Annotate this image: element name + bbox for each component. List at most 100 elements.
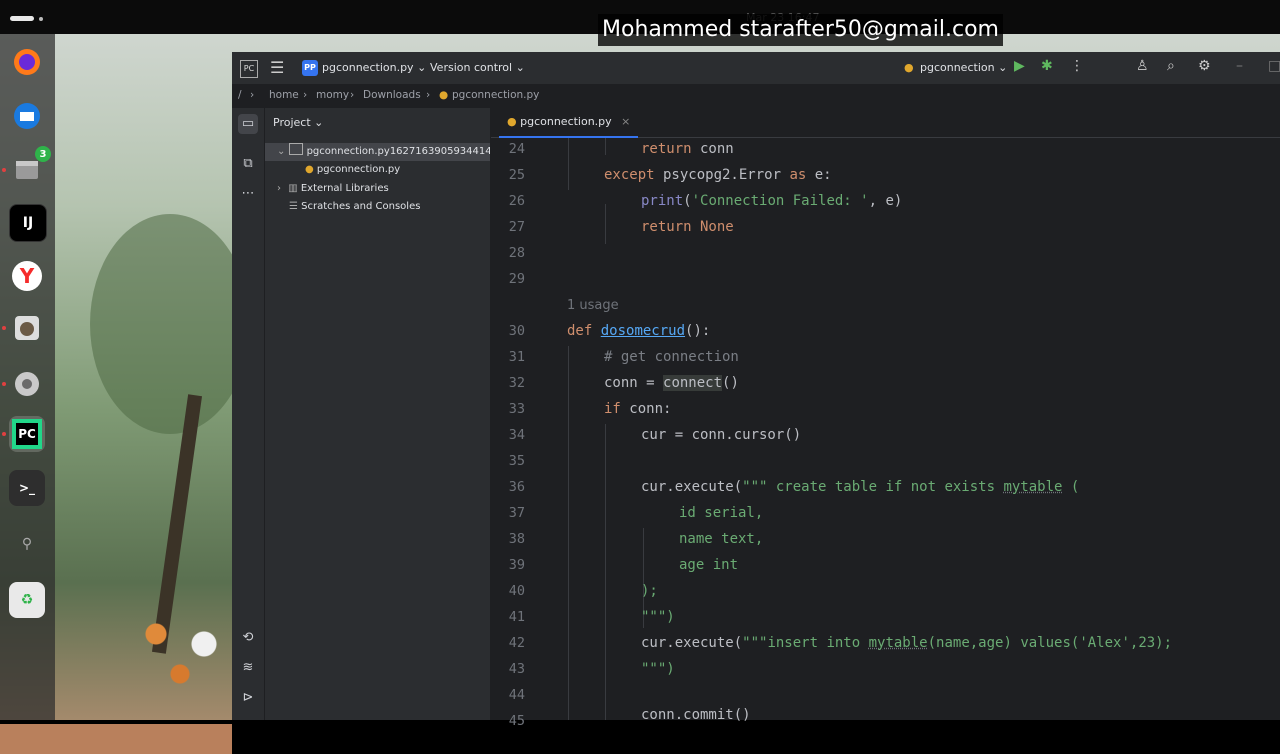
code-line-38[interactable]: name text, — [679, 531, 763, 547]
main-menu-icon[interactable]: ☰ — [270, 58, 284, 77]
intellij-icon[interactable]: IJ — [9, 204, 47, 242]
code-line-30[interactable]: def dosomecrud(): — [567, 323, 710, 339]
breadcrumb-momy[interactable]: momy — [316, 89, 349, 101]
tree-item-file[interactable]: ● pgconnection.py — [265, 161, 490, 179]
string-literal: """) — [641, 609, 675, 625]
pycharm-logo-icon: PC — [240, 60, 258, 78]
chevron-right-icon: › — [250, 89, 255, 101]
line-number: 34 — [508, 427, 525, 443]
line-number: 29 — [508, 271, 525, 287]
tree-item-label: External Libraries — [300, 183, 389, 194]
left-tool-strip: ▭ ⧉ ⋯ ⟲ ≋ ⊳ — [232, 108, 265, 720]
expand-arrow-icon: ⌄ — [277, 146, 286, 157]
gimp-icon[interactable] — [9, 310, 45, 346]
project-tool-icon[interactable]: ▭ — [238, 114, 258, 134]
project-selector[interactable]: pgconnection.py ⌄ — [322, 61, 426, 74]
string-literal: ( — [1062, 479, 1080, 495]
code-text: (): — [685, 323, 711, 339]
line-number: 30 — [508, 323, 525, 339]
breadcrumb-file[interactable]: pgconnection.py — [452, 89, 539, 101]
services-icon[interactable]: ⊳ — [238, 688, 258, 708]
code-line-31[interactable]: # get connection — [604, 349, 739, 365]
add-user-icon[interactable]: ♙ — [1136, 58, 1149, 74]
code-line-33[interactable]: if conn: — [604, 401, 671, 417]
settings-icon[interactable] — [9, 366, 45, 402]
line-number: 28 — [508, 245, 525, 261]
line-number: 43 — [508, 661, 525, 677]
code-line-27[interactable]: return None — [641, 219, 734, 235]
python-icon: ● — [904, 61, 914, 74]
version-control-selector[interactable]: Version control ⌄ — [430, 61, 525, 74]
files-badge: 3 — [35, 146, 51, 162]
yandex-browser-icon[interactable]: Y — [9, 258, 45, 294]
code-line-37[interactable]: id serial, — [679, 505, 763, 521]
code-line-41[interactable]: """) — [641, 609, 675, 625]
indent-guide — [568, 346, 569, 720]
code-line-25[interactable]: except psycopg2.Error as e: — [604, 167, 832, 183]
running-indicator — [2, 382, 6, 386]
trash-icon[interactable]: ♻ — [9, 582, 45, 618]
project-badge-icon: PP — [302, 60, 318, 76]
pycharm-icon[interactable]: PC — [9, 416, 45, 452]
tree-item-scratches[interactable]: ☰ Scratches and Consoles — [265, 198, 490, 216]
python-packages-icon[interactable]: ⟲ — [238, 628, 258, 648]
more-actions-icon[interactable]: ⋮ — [1070, 58, 1084, 74]
code-text: e: — [806, 167, 832, 183]
code-editor[interactable]: 24 25 26 27 28 29 30 31 32 33 34 35 36 3… — [491, 138, 1280, 729]
project-panel-title: Project — [273, 116, 311, 129]
tree-item-label: Scratches and Consoles — [301, 201, 421, 212]
thunderbird-icon[interactable] — [9, 98, 45, 134]
code-line-26[interactable]: print('Connection Failed: ', e) — [641, 193, 902, 209]
search-icon[interactable]: ⌕ — [1167, 58, 1175, 74]
run-icon[interactable]: ▶ — [1014, 58, 1025, 74]
code-line-36[interactable]: cur.execute(""" create table if not exis… — [641, 479, 1079, 495]
more-tools-icon[interactable]: ⋯ — [238, 184, 258, 204]
title-bar: PC ☰ PP pgconnection.py ⌄ Version contro… — [232, 52, 1280, 85]
code-line-34[interactable]: cur = conn.cursor() — [641, 427, 801, 443]
line-number: 37 — [508, 505, 525, 521]
usage-hint[interactable]: 1 usage — [567, 298, 619, 313]
wallpaper-sill — [0, 724, 232, 754]
breadcrumb-downloads[interactable]: Downloads — [363, 89, 421, 101]
maximize-icon[interactable]: □ — [1268, 58, 1280, 74]
minimize-icon[interactable]: – — [1236, 58, 1243, 74]
chevron-down-icon: ⌄ — [998, 61, 1008, 74]
files-icon[interactable]: 3 — [9, 146, 51, 188]
keyword: except — [604, 167, 655, 183]
breadcrumb-root[interactable]: / — [238, 89, 242, 101]
chevron-right-icon: › — [426, 89, 431, 101]
code-line-42[interactable]: cur.execute("""insert into mytable(name,… — [641, 635, 1172, 651]
keyword: return — [641, 141, 692, 157]
line-number: 42 — [508, 635, 525, 651]
tree-item-project-root[interactable]: ⌄ pgconnection.py16271639059344149 — [265, 143, 490, 161]
run-config-selector[interactable]: pgconnection ⌄ — [920, 61, 1007, 74]
intellij-label: IJ — [22, 215, 34, 231]
code-line-24[interactable]: return conn — [641, 141, 734, 157]
line-number: 36 — [508, 479, 525, 495]
close-icon[interactable]: × — [621, 115, 630, 128]
chevron-down-icon: ⌄ — [417, 61, 427, 74]
code-line-39[interactable]: age int — [679, 557, 738, 573]
code-line-40[interactable]: ); — [641, 583, 658, 599]
line-number: 31 — [508, 349, 525, 365]
code-line-32[interactable]: conn = connect() — [604, 375, 739, 391]
tree-item-external-libraries[interactable]: › ▥ External Libraries — [265, 180, 490, 198]
gear-icon[interactable]: ⚙ — [1198, 58, 1211, 74]
builtin: print — [641, 193, 684, 209]
firefox-icon[interactable] — [9, 44, 45, 80]
trash-label: ♻ — [20, 592, 34, 608]
string-literal: mytable — [1003, 479, 1063, 495]
breadcrumb-home[interactable]: home — [269, 89, 299, 101]
structure-tool-icon[interactable]: ⧉ — [238, 154, 258, 174]
usb-icon[interactable]: ⚲ — [9, 526, 45, 562]
svg-text:Y: Y — [19, 264, 35, 288]
line-number: 24 — [508, 141, 525, 157]
terminal-icon[interactable]: >_ — [9, 470, 45, 506]
code-line-43[interactable]: """) — [641, 661, 675, 677]
project-panel-header[interactable]: Project ⌄ — [273, 116, 323, 129]
debug-icon[interactable]: ✱ — [1041, 58, 1053, 74]
tab-pgconnection[interactable]: ● pgconnection.py × — [499, 108, 639, 138]
code-line-45[interactable]: conn.commit() — [641, 707, 751, 723]
layers-icon[interactable]: ≋ — [238, 658, 258, 678]
activities-indicator[interactable] — [10, 16, 34, 21]
